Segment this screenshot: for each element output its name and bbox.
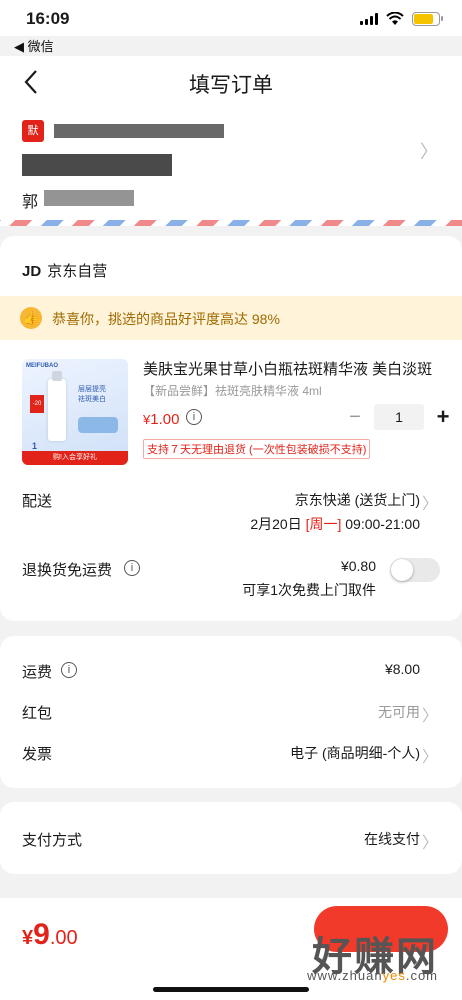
redacted-phone bbox=[44, 190, 134, 206]
address-section[interactable]: 默 郭 〉 bbox=[0, 108, 462, 226]
back-to-wechat-link[interactable]: ◀ 微信 bbox=[14, 36, 54, 55]
image-strip: 购!入会享好礼 bbox=[22, 451, 128, 465]
return-fee-note: 可享1次免费上门取件 bbox=[242, 582, 376, 598]
product-title[interactable]: 美肤宝光果甘草小白瓶祛斑精华液 美白淡斑 bbox=[143, 358, 443, 379]
thumbs-up-icon: 👍 bbox=[20, 307, 42, 329]
image-brand: MEIFUBAO bbox=[26, 363, 58, 369]
increase-quantity-button[interactable]: + bbox=[432, 404, 454, 430]
chevron-right-icon: 〉 bbox=[421, 708, 438, 725]
invoice-label: 发票 bbox=[22, 746, 53, 763]
shipping-fee-info-icon[interactable]: i bbox=[61, 662, 77, 678]
shop-label: 京东自营 bbox=[47, 263, 108, 280]
return-policy-tag: 支持７天无理由退货 (一次性包装破损不支持) bbox=[143, 439, 371, 459]
return-fee-price: ¥0.80 bbox=[340, 558, 376, 574]
quantity-stepper: − 1 + bbox=[344, 404, 454, 430]
return-fee-label: 退换货免运费 bbox=[22, 562, 113, 579]
recipient-name: 郭 bbox=[22, 194, 39, 211]
checkout-bar: ¥9.00 好赚网 www.zhuanyes.com bbox=[0, 898, 462, 1000]
fees-card: 运费 i ¥8.00 红包 无可用 〉 发票 电子 (商品明细-个人) 〉 bbox=[0, 636, 462, 788]
default-address-tag: 默 bbox=[22, 120, 44, 142]
payment-card[interactable]: 支付方式 在线支付 〉 bbox=[0, 802, 462, 874]
shipping-fee-value: ¥8.00 bbox=[384, 661, 420, 677]
page-title: 填写订单 bbox=[189, 74, 273, 97]
praise-banner: 👍 恭喜你，挑选的商品好评度高达 98% bbox=[0, 296, 462, 340]
airmail-border bbox=[0, 220, 462, 226]
product-price: ¥1.00 bbox=[143, 411, 180, 428]
invoice-value[interactable]: 电子 (商品明细-个人) bbox=[290, 743, 420, 763]
delivery-time[interactable]: 2月20日 [周一] 09:00-21:00 bbox=[250, 514, 420, 534]
price-info-icon[interactable]: i bbox=[186, 409, 202, 425]
home-indicator[interactable] bbox=[153, 987, 309, 992]
battery-icon bbox=[412, 12, 443, 26]
payment-method-label: 支付方式 bbox=[22, 832, 83, 849]
return-fee-info-icon[interactable]: i bbox=[124, 560, 140, 576]
decrease-quantity-button[interactable]: − bbox=[344, 406, 366, 429]
serum-tube-graphic bbox=[48, 371, 66, 441]
order-total: ¥9.00 bbox=[22, 918, 78, 951]
chevron-right-icon: 〉 bbox=[420, 142, 438, 162]
product-image[interactable]: MEIFUBAO -20 层层提亮 祛斑美白 1 购!入会享好礼 bbox=[22, 359, 128, 465]
wifi-icon bbox=[386, 12, 404, 25]
status-time: 16:09 bbox=[26, 9, 70, 28]
jd-logo-icon: JD bbox=[22, 263, 42, 280]
redacted-address bbox=[22, 154, 172, 176]
status-icons bbox=[360, 12, 443, 26]
quantity-input[interactable]: 1 bbox=[374, 404, 424, 430]
status-bar: 16:09 bbox=[0, 0, 462, 36]
signal-icon bbox=[360, 13, 378, 25]
shop-name: JD 京东自营 bbox=[22, 260, 107, 281]
order-items-card: JD 京东自营 👍 恭喜你，挑选的商品好评度高达 98% MEIFUBAO -20… bbox=[0, 236, 462, 621]
nav-bar: 填写订单 bbox=[0, 56, 462, 108]
watermark-url: www.zhuanyes.com bbox=[307, 968, 438, 983]
chevron-right-icon: 〉 bbox=[421, 835, 438, 852]
praise-text: 恭喜你，挑选的商品好评度高达 98% bbox=[52, 311, 280, 327]
redacted-address bbox=[54, 124, 224, 138]
product-subtitle: 【新品尝鲜】祛斑亮肤精华液 4ml bbox=[143, 384, 322, 398]
image-slogan: 层层提亮 祛斑美白 bbox=[78, 386, 106, 403]
redpacket-label: 红包 bbox=[22, 705, 53, 722]
image-promo: -20 bbox=[30, 395, 44, 413]
delivery-label: 配送 bbox=[22, 493, 53, 510]
shipping-fee-label: 运费 bbox=[22, 664, 53, 681]
delivery-method[interactable]: 京东快递 (送货上门) bbox=[295, 490, 420, 510]
jars-graphic bbox=[78, 417, 118, 433]
chevron-right-icon: 〉 bbox=[421, 496, 438, 513]
image-badge: 1 bbox=[32, 441, 38, 451]
return-fee-toggle[interactable] bbox=[390, 558, 440, 582]
chevron-right-icon: 〉 bbox=[421, 749, 438, 766]
payment-method-value[interactable]: 在线支付 bbox=[364, 829, 420, 849]
redpacket-value[interactable]: 无可用 bbox=[378, 702, 420, 722]
